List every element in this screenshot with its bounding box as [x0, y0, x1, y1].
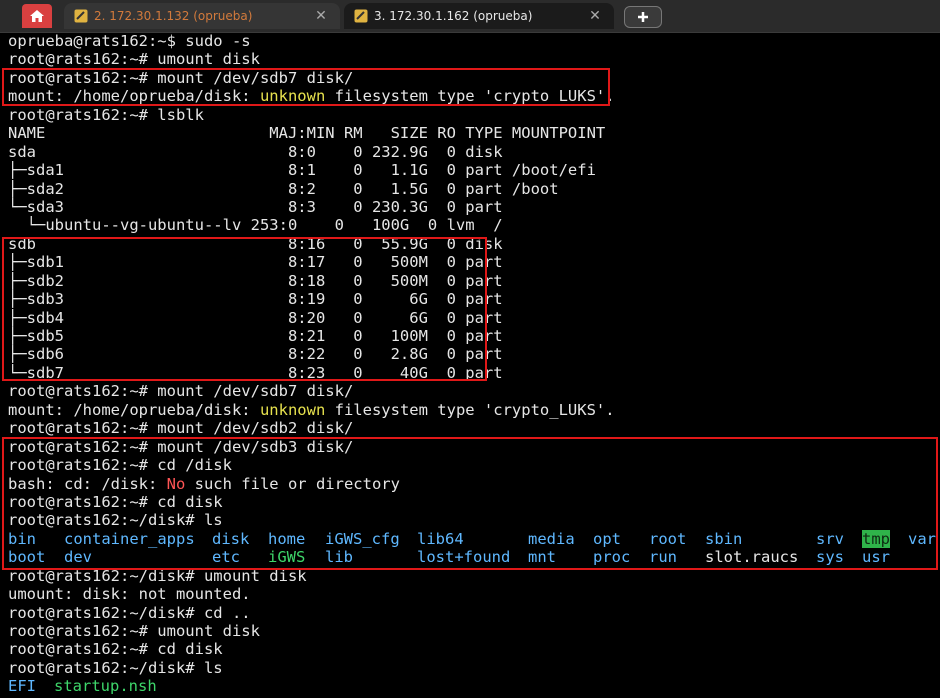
ls-output-row: boot dev etc iGWS lib lost+found mnt pro…	[8, 548, 940, 566]
terminal-text: mount: /home/oprueba/disk:	[8, 400, 260, 419]
ls-link: iGWS	[268, 548, 306, 567]
terminal-line: umount: disk: not mounted.	[8, 585, 251, 604]
warning-text: unknown	[259, 400, 326, 419]
lsblk-row: ├─sdb3 8:19 0 6G 0 part	[8, 290, 503, 309]
lsblk-row: ├─sdb5 8:21 0 100M 0 part	[8, 327, 503, 345]
ls-dir: root	[649, 529, 687, 548]
terminal-line: root@rats162:~# mount /dev/sdb3 disk/	[8, 437, 354, 456]
lsblk-row: sda 8:0 0 232.9G 0 disk	[8, 142, 503, 161]
ls-dir: opt	[593, 529, 621, 548]
tab-session-3[interactable]: 3. 172.30.1.162 (oprueba) ✕	[344, 3, 614, 29]
ls-dir: dev	[64, 548, 92, 567]
ls-dir: boot	[8, 548, 46, 567]
terminal-text: mount: /home/oprueba/disk:	[8, 87, 260, 106]
terminal-text: filesystem type 'crypto_LUKS'.	[325, 87, 615, 106]
ls-dir: usr	[862, 548, 890, 567]
ls-dir: iGWS_cfg	[325, 529, 400, 548]
ls-dir: run	[649, 548, 677, 567]
ls-dir: lib64	[417, 529, 464, 548]
plus-icon	[638, 12, 648, 22]
terminal-line: bash: cd: /disk: No such file or directo…	[8, 475, 940, 493]
terminal-line: root@rats162:~# umount disk	[8, 50, 260, 69]
ls-dir: lib	[325, 548, 353, 567]
lsblk-row: sdb 8:16 0 55.9G 0 disk	[8, 234, 503, 253]
lsblk-row: └─ubuntu--vg-ubuntu--lv 253:0 0 100G 0 l…	[8, 216, 503, 235]
tab-label: 3. 172.30.1.162 (oprueba)	[374, 9, 533, 23]
terminal-line: root@rats162:~# mount /dev/sdb7 disk/	[8, 68, 354, 87]
terminal-line: root@rats162:~# mount /dev/sdb7 disk/	[8, 382, 354, 401]
ls-dir: bin	[8, 529, 36, 548]
terminal-session-icon	[354, 9, 368, 23]
terminal-line: root@rats162:~# cd disk	[8, 640, 223, 659]
ls-dir: srv	[816, 529, 844, 548]
tab-session-2[interactable]: 2. 172.30.1.132 (oprueba) ✕	[64, 3, 340, 29]
terminal-output[interactable]: oprueba@rats162:~$ sudo -s root@rats162:…	[0, 32, 940, 698]
home-button[interactable]	[22, 4, 52, 28]
terminal-line: root@rats162:~/disk# ls	[8, 658, 223, 677]
lsblk-row: ├─sdb1 8:17 0 500M 0 part	[8, 253, 503, 272]
terminal-text: bash: cd: /disk:	[8, 474, 167, 493]
close-icon[interactable]: ✕	[588, 8, 602, 24]
home-icon	[30, 10, 44, 22]
ls-output-row: EFI startup.nsh	[8, 677, 940, 695]
ls-dir: media	[528, 529, 575, 548]
lsblk-row: ├─sdb4 8:20 0 6G 0 part	[8, 308, 503, 327]
lsblk-row: ├─sdb2 8:18 0 500M 0 part	[8, 271, 503, 290]
lsblk-row: ├─sdb6 8:22 0 2.8G 0 part	[8, 345, 503, 364]
lsblk-row: ├─sda1 8:1 0 1.1G 0 part /boot/efi	[8, 161, 596, 180]
terminal-line: oprueba@rats162:~$ sudo -s	[8, 32, 251, 50]
terminal-line: root@rats162:~# mount /dev/sdb2 disk/	[8, 419, 354, 438]
terminal-line: mount: /home/oprueba/disk: unknown files…	[8, 87, 940, 105]
terminal-line: root@rats162:~/disk# cd ..	[8, 603, 251, 622]
lsblk-row: └─sda3 8:3 0 230.3G 0 part	[8, 197, 503, 216]
terminal-line: root@rats162:~# umount disk	[8, 622, 260, 640]
ls-dir: home	[268, 529, 306, 548]
terminal-text: such file or directory	[185, 474, 400, 493]
tab-label: 2. 172.30.1.132 (oprueba)	[94, 9, 253, 23]
terminal-line: root@rats162:~# cd disk	[8, 492, 223, 511]
ls-dir: EFI	[8, 677, 36, 696]
terminal-line: root@rats162:~/disk# ls	[8, 511, 223, 530]
lsblk-row: └─sdb7 8:23 0 40G 0 part	[8, 363, 503, 382]
ls-dir: mnt	[528, 548, 556, 567]
ls-dir: sbin	[705, 529, 743, 548]
ls-dir: sys	[816, 548, 844, 567]
lsblk-row: NAME MAJ:MIN RM SIZE RO TYPE MOUNTPOINT	[8, 124, 606, 143]
terminal-text: filesystem type 'crypto_LUKS'.	[325, 400, 615, 419]
ls-file: slot.raucs	[705, 548, 799, 567]
new-tab-button[interactable]	[624, 6, 662, 28]
terminal-session-icon	[74, 9, 88, 23]
close-icon[interactable]: ✕	[314, 8, 328, 24]
ls-dir: container_apps	[64, 529, 195, 548]
ls-dir: lost+found	[417, 548, 511, 567]
ls-dir: etc	[212, 548, 240, 567]
ls-output-row: bin container_apps disk home iGWS_cfg li…	[8, 529, 940, 549]
terminal-line: mount: /home/oprueba/disk: unknown files…	[8, 401, 940, 419]
ls-dir: var	[908, 529, 936, 548]
error-text: No	[166, 474, 186, 493]
tab-bar: 2. 172.30.1.132 (oprueba) ✕ 3. 172.30.1.…	[0, 0, 940, 33]
ls-dir-sticky: tmp	[862, 529, 890, 549]
ls-dir: disk	[212, 529, 250, 548]
ls-file: startup.nsh	[54, 677, 157, 696]
terminal-line: root@rats162:~/disk# umount disk	[8, 566, 307, 585]
ls-dir: proc	[593, 548, 631, 567]
lsblk-row: ├─sda2 8:2 0 1.5G 0 part /boot	[8, 179, 559, 198]
terminal-line: root@rats162:~# cd /disk	[8, 456, 232, 475]
warning-text: unknown	[259, 87, 326, 106]
terminal-line: root@rats162:~# lsblk	[8, 105, 204, 124]
